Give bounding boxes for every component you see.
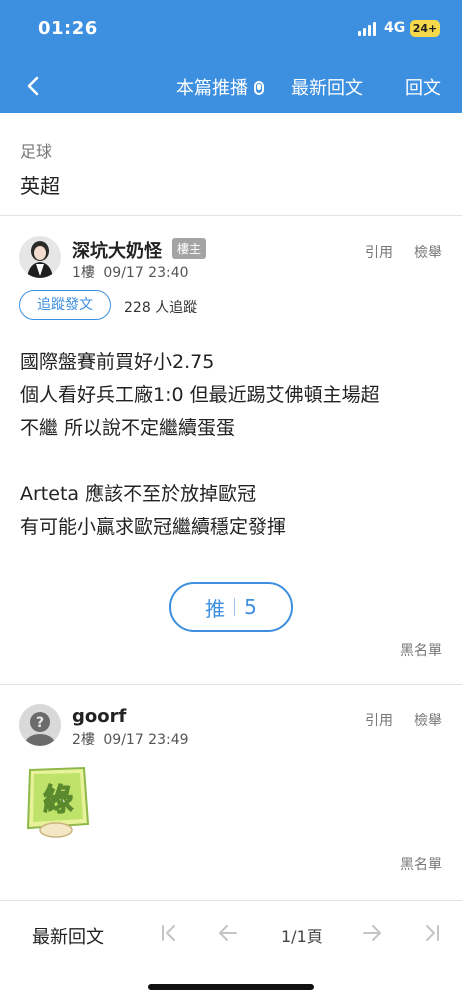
back-button[interactable] xyxy=(20,72,48,100)
signal-icon xyxy=(358,22,378,36)
post-line: 不繼 所以說不定繼續蛋蛋 xyxy=(20,417,236,439)
post-line-blank xyxy=(20,445,445,478)
default-avatar-icon: ? xyxy=(19,704,61,746)
previous-page-icon[interactable] xyxy=(217,923,239,943)
follow-count: 228 人追蹤 xyxy=(124,300,198,316)
author-name[interactable]: 深坑大奶怪 xyxy=(72,237,162,263)
post-meta: 1樓 09/17 23:40 xyxy=(72,262,189,282)
svg-text:?: ? xyxy=(36,715,44,731)
push-notification-label: 本篇推播 xyxy=(176,78,248,99)
latest-reply-button[interactable]: 最新回文 xyxy=(291,74,363,100)
post-line: Arteta 應該不至於放掉歐冠 xyxy=(20,483,257,505)
sticker-image: 綠 xyxy=(20,764,94,840)
post-line: 有可能小贏求歐冠繼續穩定發揮 xyxy=(20,516,287,538)
follow-button[interactable]: 追蹤發文 xyxy=(19,290,111,320)
status-bar: 01:26 4G 24+ xyxy=(0,0,462,58)
network-label: 4G xyxy=(384,20,406,36)
last-page-icon[interactable] xyxy=(421,923,443,943)
blacklist-button[interactable]: 黑名單 xyxy=(400,640,442,660)
user-avatar-icon xyxy=(19,236,61,278)
reply-button[interactable]: 回文 xyxy=(405,74,441,100)
nav-bar: 本篇推播 最新回文 回文 xyxy=(0,58,462,113)
push-notification-button[interactable]: 本篇推播 xyxy=(176,74,264,100)
blacklist-button[interactable]: 黑名單 xyxy=(400,854,442,874)
report-button[interactable]: 檢舉 xyxy=(414,242,442,262)
report-button[interactable]: 檢舉 xyxy=(414,710,442,730)
post-time: 09/17 23:49 xyxy=(103,732,189,748)
push-button[interactable]: 推 5 xyxy=(169,582,293,632)
breadcrumb-category[interactable]: 足球 xyxy=(20,138,52,162)
home-indicator xyxy=(148,984,314,990)
page-indicator[interactable]: 1/1頁 xyxy=(281,923,323,947)
floor-number: 2樓 xyxy=(72,732,95,748)
post-time: 09/17 23:40 xyxy=(103,265,189,281)
post-meta: 2樓 09/17 23:49 xyxy=(72,729,189,749)
divider xyxy=(0,215,462,216)
push-divider xyxy=(234,598,236,616)
chevron-left-icon xyxy=(27,76,39,96)
first-page-icon[interactable] xyxy=(158,923,180,943)
avatar[interactable]: ? xyxy=(19,704,61,746)
post-line: 國際盤賽前買好小2.75 xyxy=(20,351,215,373)
post-line: 個人看好兵工廠1:0 但最近踢艾佛頓主場超 xyxy=(20,384,380,406)
push-label: 推 xyxy=(205,596,226,621)
status-time: 01:26 xyxy=(38,18,98,39)
quote-button[interactable]: 引用 xyxy=(365,710,393,730)
avatar[interactable] xyxy=(19,236,61,278)
post-body: 國際盤賽前買好小2.75 個人看好兵工廠1:0 但最近踢艾佛頓主場超 不繼 所以… xyxy=(20,346,445,544)
app-header: 01:26 4G 24+ 本篇推播 最新回文 回文 xyxy=(0,0,462,113)
bottom-latest-reply-button[interactable]: 最新回文 xyxy=(32,923,104,949)
quote-button[interactable]: 引用 xyxy=(365,242,393,262)
board-title: 英超 xyxy=(20,174,60,198)
op-badge: 樓主 xyxy=(172,238,207,259)
author-name[interactable]: goorf xyxy=(72,706,126,727)
bell-toggle-icon xyxy=(254,81,264,95)
floor-number: 1樓 xyxy=(72,265,95,281)
battery-icon: 24+ xyxy=(410,20,440,37)
next-page-icon[interactable] xyxy=(361,923,383,943)
bottom-toolbar: 最新回文 1/1頁 xyxy=(0,900,462,1000)
push-count: 5 xyxy=(244,595,257,619)
sticker-text: 綠 xyxy=(43,783,73,818)
divider xyxy=(0,684,462,685)
